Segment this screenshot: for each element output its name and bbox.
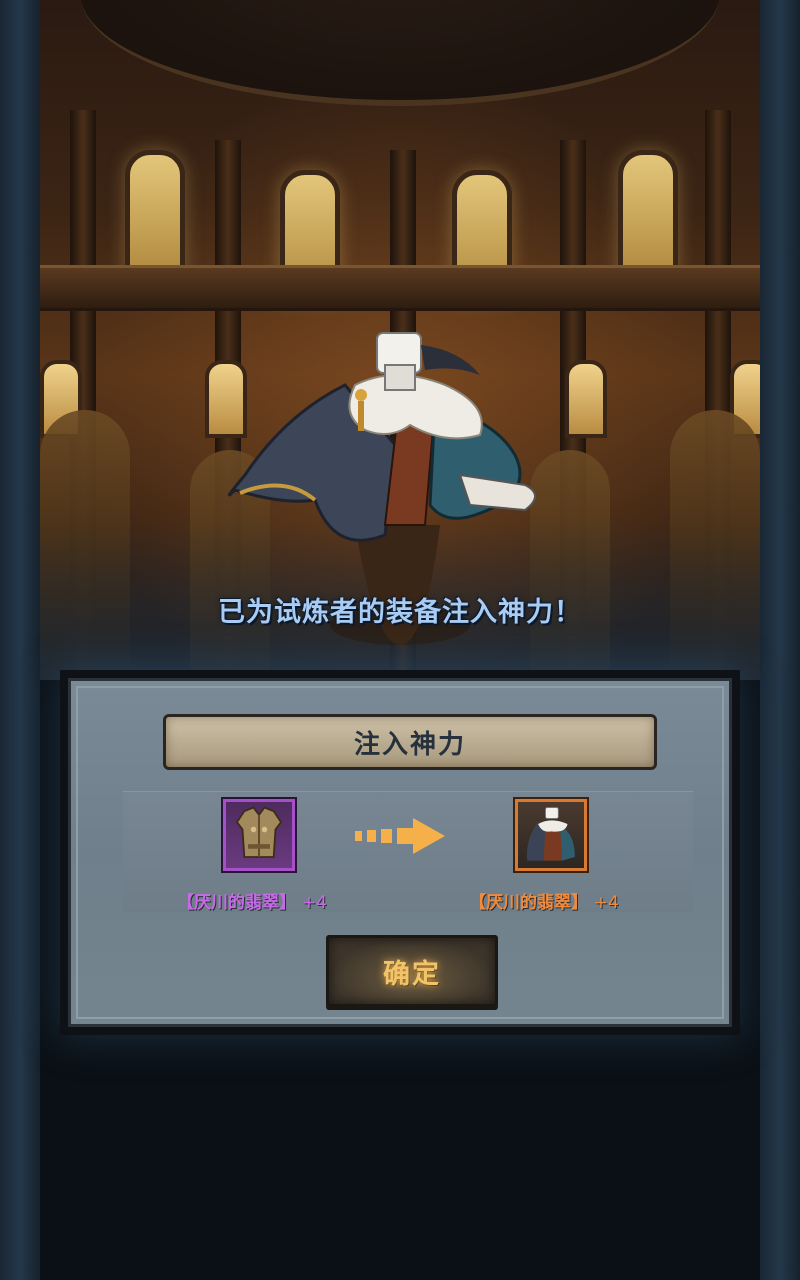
result-item-slot[interactable] [515, 799, 587, 871]
cloaked-armor-icon [526, 807, 575, 861]
lower-window [565, 360, 607, 438]
source-item-name: 【厌川的翡翠】 [177, 893, 296, 913]
dialog-title-plaque: 注入神力 [163, 714, 657, 770]
dialog-title: 注入神力 [353, 729, 466, 760]
upgrade-arrow-icon [355, 818, 445, 854]
confirm-button[interactable]: 确定 [326, 935, 498, 1007]
source-item-level: +4 [301, 893, 327, 913]
right-border [760, 0, 800, 1280]
infusion-message: 已为试炼者的装备注入神力！ [218, 597, 582, 628]
stained-window [618, 150, 678, 280]
source-item-slot[interactable] [223, 799, 295, 871]
balcony-ledge [40, 265, 760, 311]
upgrade-strip: 【厌川的翡翠】 +4 【厌川的翡翠】 +4 [123, 791, 693, 913]
dome-ceiling [80, 0, 720, 106]
result-item-level: +4 [593, 893, 619, 913]
result-item-label: 【厌川的翡翠】 +4 [469, 888, 619, 913]
stained-window [125, 150, 185, 280]
left-border [0, 0, 40, 1280]
dialog-panel: 注入神力 【厌川的翡翠】 +4 【厌川的翡翠】 +4 确定 [68, 678, 732, 1027]
confirm-label: 确定 [383, 958, 441, 990]
infusion-dialog: 注入神力 【厌川的翡翠】 +4 【厌川的翡翠】 +4 确定 [60, 670, 740, 1035]
bronze-armor-icon [235, 806, 283, 858]
source-item-label: 【厌川的翡翠】 +4 [177, 888, 327, 913]
result-item-name: 【厌川的翡翠】 [469, 893, 588, 913]
